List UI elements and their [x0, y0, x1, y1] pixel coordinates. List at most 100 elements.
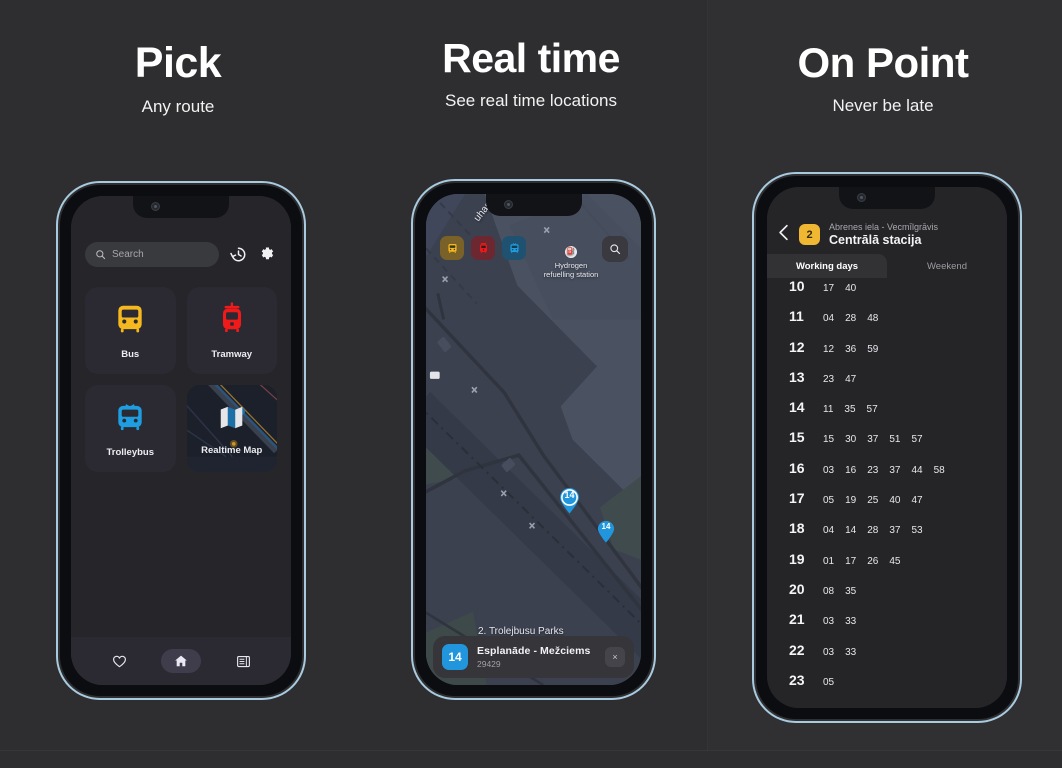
timetable-hour: 13 — [789, 368, 805, 385]
filter-chip-tram[interactable] — [471, 236, 495, 260]
vehicle-marker-selected[interactable]: 14 — [559, 487, 580, 514]
timetable-minute[interactable]: 47 — [845, 374, 856, 385]
trolleybus-icon — [113, 400, 147, 439]
timetable-minute[interactable]: 17 — [823, 283, 834, 294]
timetable-minute[interactable]: 03 — [823, 647, 834, 658]
vehicle-marker[interactable]: 14 — [597, 520, 615, 543]
nav-item-favourites[interactable] — [109, 651, 129, 671]
timetable-minute[interactable]: 17 — [845, 556, 856, 567]
timetable-minute[interactable]: 59 — [867, 344, 878, 355]
selected-route-card[interactable]: 14 Esplanāde - Mežciems 29429 × — [433, 636, 634, 678]
phone-screen: 2 Abrenes iela - Vecmīlgrāvis Centrālā s… — [767, 187, 1007, 708]
settings-button[interactable] — [257, 244, 277, 264]
phone-notch — [839, 187, 935, 209]
timetable-minute[interactable]: 16 — [845, 465, 856, 476]
timetable-minute[interactable]: 05 — [823, 677, 834, 688]
timetable-minutes: 03 16 23 37 44 58 — [823, 465, 945, 476]
panel-divider-horizontal — [0, 750, 1062, 751]
timetable-minute[interactable]: 15 — [823, 434, 834, 445]
timetable-minute[interactable]: 37 — [889, 465, 900, 476]
timetable-rows[interactable]: 10 17 40 11 04 28 48 12 12 36 59 13 23 47 14 11 35 57 15 15… — [767, 278, 1007, 708]
timetable-minute[interactable]: 23 — [867, 465, 878, 476]
front-camera-icon — [857, 193, 866, 202]
column-title: On Point — [797, 39, 969, 86]
timetable-minute[interactable]: 51 — [889, 434, 900, 445]
timetable-minute[interactable]: 44 — [912, 465, 923, 476]
timetable-minute[interactable]: 04 — [823, 525, 834, 536]
news-icon — [236, 655, 250, 667]
timetable-minute[interactable]: 35 — [844, 404, 855, 415]
timetable-minute[interactable]: 03 — [823, 465, 834, 476]
timetable-minute[interactable]: 28 — [845, 313, 856, 324]
filter-chip-trolleybus[interactable] — [502, 236, 526, 260]
search-input[interactable]: Search — [85, 241, 219, 267]
nav-item-home[interactable] — [161, 649, 201, 673]
timetable-minute[interactable]: 19 — [845, 495, 856, 506]
timetable-minute[interactable]: 30 — [845, 434, 856, 445]
timetable-minutes: 03 33 — [823, 647, 856, 658]
bottom-navigation-bar — [71, 637, 291, 685]
tab-working-days[interactable]: Working days — [767, 254, 887, 278]
map-search-button[interactable] — [602, 236, 628, 262]
timetable-minute[interactable]: 53 — [912, 525, 923, 536]
timetable-minute[interactable]: 04 — [823, 313, 834, 324]
timetable-minute[interactable]: 28 — [867, 525, 878, 536]
tab-weekend[interactable]: Weekend — [887, 254, 1007, 278]
timetable-minute[interactable]: 23 — [823, 374, 834, 385]
tile-tramway[interactable]: Tramway — [186, 287, 277, 374]
home-screen: Search Bus Tramway Trolleybus Realtime M… — [71, 196, 291, 685]
poi-hydrogen-refuelling-station[interactable]: ⛽ Hydrogen refuelling station — [530, 246, 612, 280]
phone-screen: uhas ga — [426, 194, 641, 685]
timetable-hour: 14 — [789, 399, 805, 416]
timetable-minute[interactable]: 57 — [912, 434, 923, 445]
timetable-minute[interactable]: 40 — [845, 283, 856, 294]
back-button[interactable] — [777, 224, 790, 245]
realtime-map-screen[interactable]: uhas ga — [426, 194, 641, 685]
tram-icon — [215, 302, 249, 341]
tile-label: Trolleybus — [106, 446, 154, 458]
timetable-minute[interactable]: 35 — [845, 586, 856, 597]
timetable-minute[interactable]: 57 — [867, 404, 878, 415]
timetable-minute[interactable]: 11 — [823, 404, 833, 415]
timetable-minute[interactable]: 14 — [845, 525, 856, 536]
phone-screen: Search Bus Tramway Trolleybus Realtime M… — [71, 196, 291, 685]
bus-icon — [113, 302, 147, 341]
column-heading-real-time: Real time See real time locations — [381, 38, 681, 111]
timetable-minute[interactable]: 47 — [912, 495, 923, 506]
timetable-row: 13 23 47 — [767, 369, 1007, 399]
timetable-minute[interactable]: 03 — [823, 616, 834, 627]
phone-body: Search Bus Tramway Trolleybus Realtime M… — [60, 185, 302, 696]
timetable-hour: 21 — [789, 611, 805, 628]
timetable-minute[interactable]: 25 — [867, 495, 878, 506]
timetable-minute[interactable]: 33 — [845, 647, 856, 658]
tile-realtime-map[interactable]: Realtime Map — [186, 385, 277, 472]
timetable-minute[interactable]: 48 — [867, 313, 878, 324]
timetable-minute[interactable]: 26 — [867, 556, 878, 567]
route-number-badge: 14 — [442, 644, 468, 670]
heart-icon — [112, 655, 126, 667]
tab-label: Weekend — [927, 260, 967, 272]
column-title: Real time — [442, 35, 620, 81]
timetable-minute[interactable]: 40 — [889, 495, 900, 506]
timetable-minute[interactable]: 01 — [823, 556, 834, 567]
history-button[interactable] — [228, 244, 248, 264]
timetable-minute[interactable]: 33 — [845, 616, 856, 627]
timetable-row: 14 11 35 57 — [767, 399, 1007, 429]
tile-bus[interactable]: Bus — [85, 287, 176, 374]
route-direction: Abrenes iela - Vecmīlgrāvis — [829, 222, 939, 232]
filter-chip-bus[interactable] — [440, 236, 464, 260]
timetable-minute[interactable]: 37 — [889, 525, 900, 536]
timetable-hour: 12 — [789, 338, 805, 355]
timetable-minute[interactable]: 37 — [867, 434, 878, 445]
tile-trolleybus[interactable]: Trolleybus — [85, 385, 176, 472]
column-title: Pick — [134, 39, 222, 87]
timetable-minute[interactable]: 45 — [889, 556, 900, 567]
timetable-minute[interactable]: 12 — [823, 344, 834, 355]
timetable-minute[interactable]: 58 — [934, 465, 945, 476]
promo-screenshot-stage: Pick Any route Real time See real time l… — [0, 0, 1062, 768]
close-card-button[interactable]: × — [605, 647, 625, 667]
nav-item-news[interactable] — [233, 651, 253, 671]
timetable-minute[interactable]: 36 — [845, 344, 856, 355]
timetable-minute[interactable]: 05 — [823, 495, 834, 506]
timetable-minute[interactable]: 08 — [823, 586, 834, 597]
